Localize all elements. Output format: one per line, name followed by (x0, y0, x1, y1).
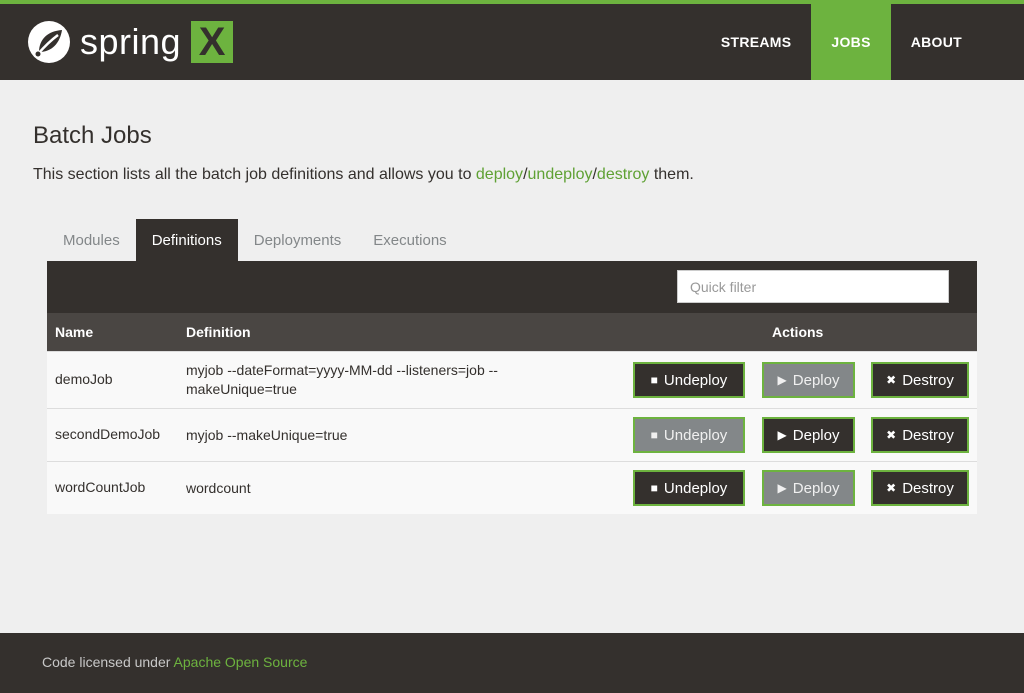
job-definition: myjob --makeUnique=true (186, 427, 348, 443)
logo-x-mark: X (191, 21, 234, 63)
deploy-button[interactable]: ▶ Deploy (762, 362, 855, 398)
intro-text: This section lists all the batch job def… (33, 166, 694, 184)
intro-prefix: This section lists all the batch job def… (33, 166, 476, 183)
job-name: secondDemoJob (55, 426, 161, 442)
undeploy-button-label: Undeploy (663, 371, 728, 389)
tab-definitions[interactable]: Definitions (135, 219, 238, 261)
filter-bar (47, 261, 977, 313)
logo-text: spring (80, 21, 182, 62)
license-link[interactable]: Apache Open Source (174, 654, 308, 670)
deploy-button-label: Deploy (792, 371, 840, 389)
play-icon: ▶ (777, 428, 787, 442)
undeploy-button-label: Undeploy (663, 479, 728, 497)
tab-executions[interactable]: Executions (357, 219, 462, 261)
footer-text: Code licensed under Apache Open Source (42, 654, 307, 670)
play-icon: ▶ (777, 481, 787, 495)
tab-modules[interactable]: Modules (47, 219, 136, 261)
job-tabs: Modules Definitions Deployments Executio… (47, 219, 463, 261)
column-header-definition: Definition (186, 324, 251, 340)
destroy-button[interactable]: ✖ Destroy (871, 362, 969, 398)
spring-xd-logo[interactable]: spring X (26, 17, 234, 67)
destroy-button-label: Destroy (902, 479, 954, 497)
x-icon: ✖ (886, 481, 897, 495)
page-title: Batch Jobs (33, 122, 152, 149)
deploy-link[interactable]: deploy (476, 166, 523, 183)
intro-suffix: them. (649, 166, 694, 183)
undeploy-button-label: Undeploy (663, 426, 728, 444)
deploy-button-label: Deploy (792, 479, 840, 497)
job-name: demoJob (55, 371, 113, 387)
table-row: wordCountJob wordcount ■ Undeploy ▶ Deploy… (47, 461, 977, 514)
column-header-actions: Actions (772, 324, 824, 340)
main-nav: STREAMS JOBS ABOUT (701, 4, 982, 80)
x-icon: ✖ (886, 373, 897, 387)
destroy-button[interactable]: ✖ Destroy (871, 470, 969, 506)
stop-icon: ■ (650, 481, 658, 495)
destroy-button-label: Destroy (902, 426, 954, 444)
table-header: Name Definition Actions (47, 313, 977, 351)
deploy-button[interactable]: ▶ Deploy (762, 417, 855, 453)
top-navbar: spring X STREAMS JOBS ABOUT (0, 0, 1024, 80)
job-name: wordCountJob (55, 479, 146, 495)
nav-about[interactable]: ABOUT (891, 4, 982, 80)
stop-icon: ■ (650, 373, 658, 387)
deploy-button[interactable]: ▶ Deploy (762, 470, 855, 506)
destroy-button[interactable]: ✖ Destroy (871, 417, 969, 453)
deploy-button-label: Deploy (792, 426, 840, 444)
undeploy-button[interactable]: ■ Undeploy (633, 470, 745, 506)
undeploy-link[interactable]: undeploy (528, 166, 593, 183)
footer-prefix: Code licensed under (42, 654, 174, 670)
destroy-link[interactable]: destroy (597, 166, 649, 183)
undeploy-button[interactable]: ■ Undeploy (633, 417, 745, 453)
x-icon: ✖ (886, 428, 897, 442)
nav-jobs[interactable]: JOBS (811, 4, 891, 80)
undeploy-button[interactable]: ■ Undeploy (633, 362, 745, 398)
spring-leaf-icon (28, 21, 70, 63)
footer: Code licensed under Apache Open Source (0, 633, 1024, 693)
column-header-name: Name (55, 324, 94, 340)
nav-streams[interactable]: STREAMS (701, 4, 812, 80)
stop-icon: ■ (650, 428, 658, 442)
job-definition: wordcount (186, 480, 251, 496)
quick-filter-input[interactable] (677, 270, 949, 303)
tab-deployments[interactable]: Deployments (238, 219, 358, 261)
table-row: secondDemoJob myjob --makeUnique=true ■ U… (47, 408, 977, 461)
play-icon: ▶ (777, 373, 787, 387)
definitions-panel: Name Definition Actions demoJob myjob --… (47, 261, 977, 514)
table-row: demoJob myjob --dateFormat=yyyy-MM-dd --… (47, 351, 977, 408)
destroy-button-label: Destroy (902, 371, 954, 389)
job-definition: myjob --dateFormat=yyyy-MM-dd --listener… (186, 362, 498, 397)
